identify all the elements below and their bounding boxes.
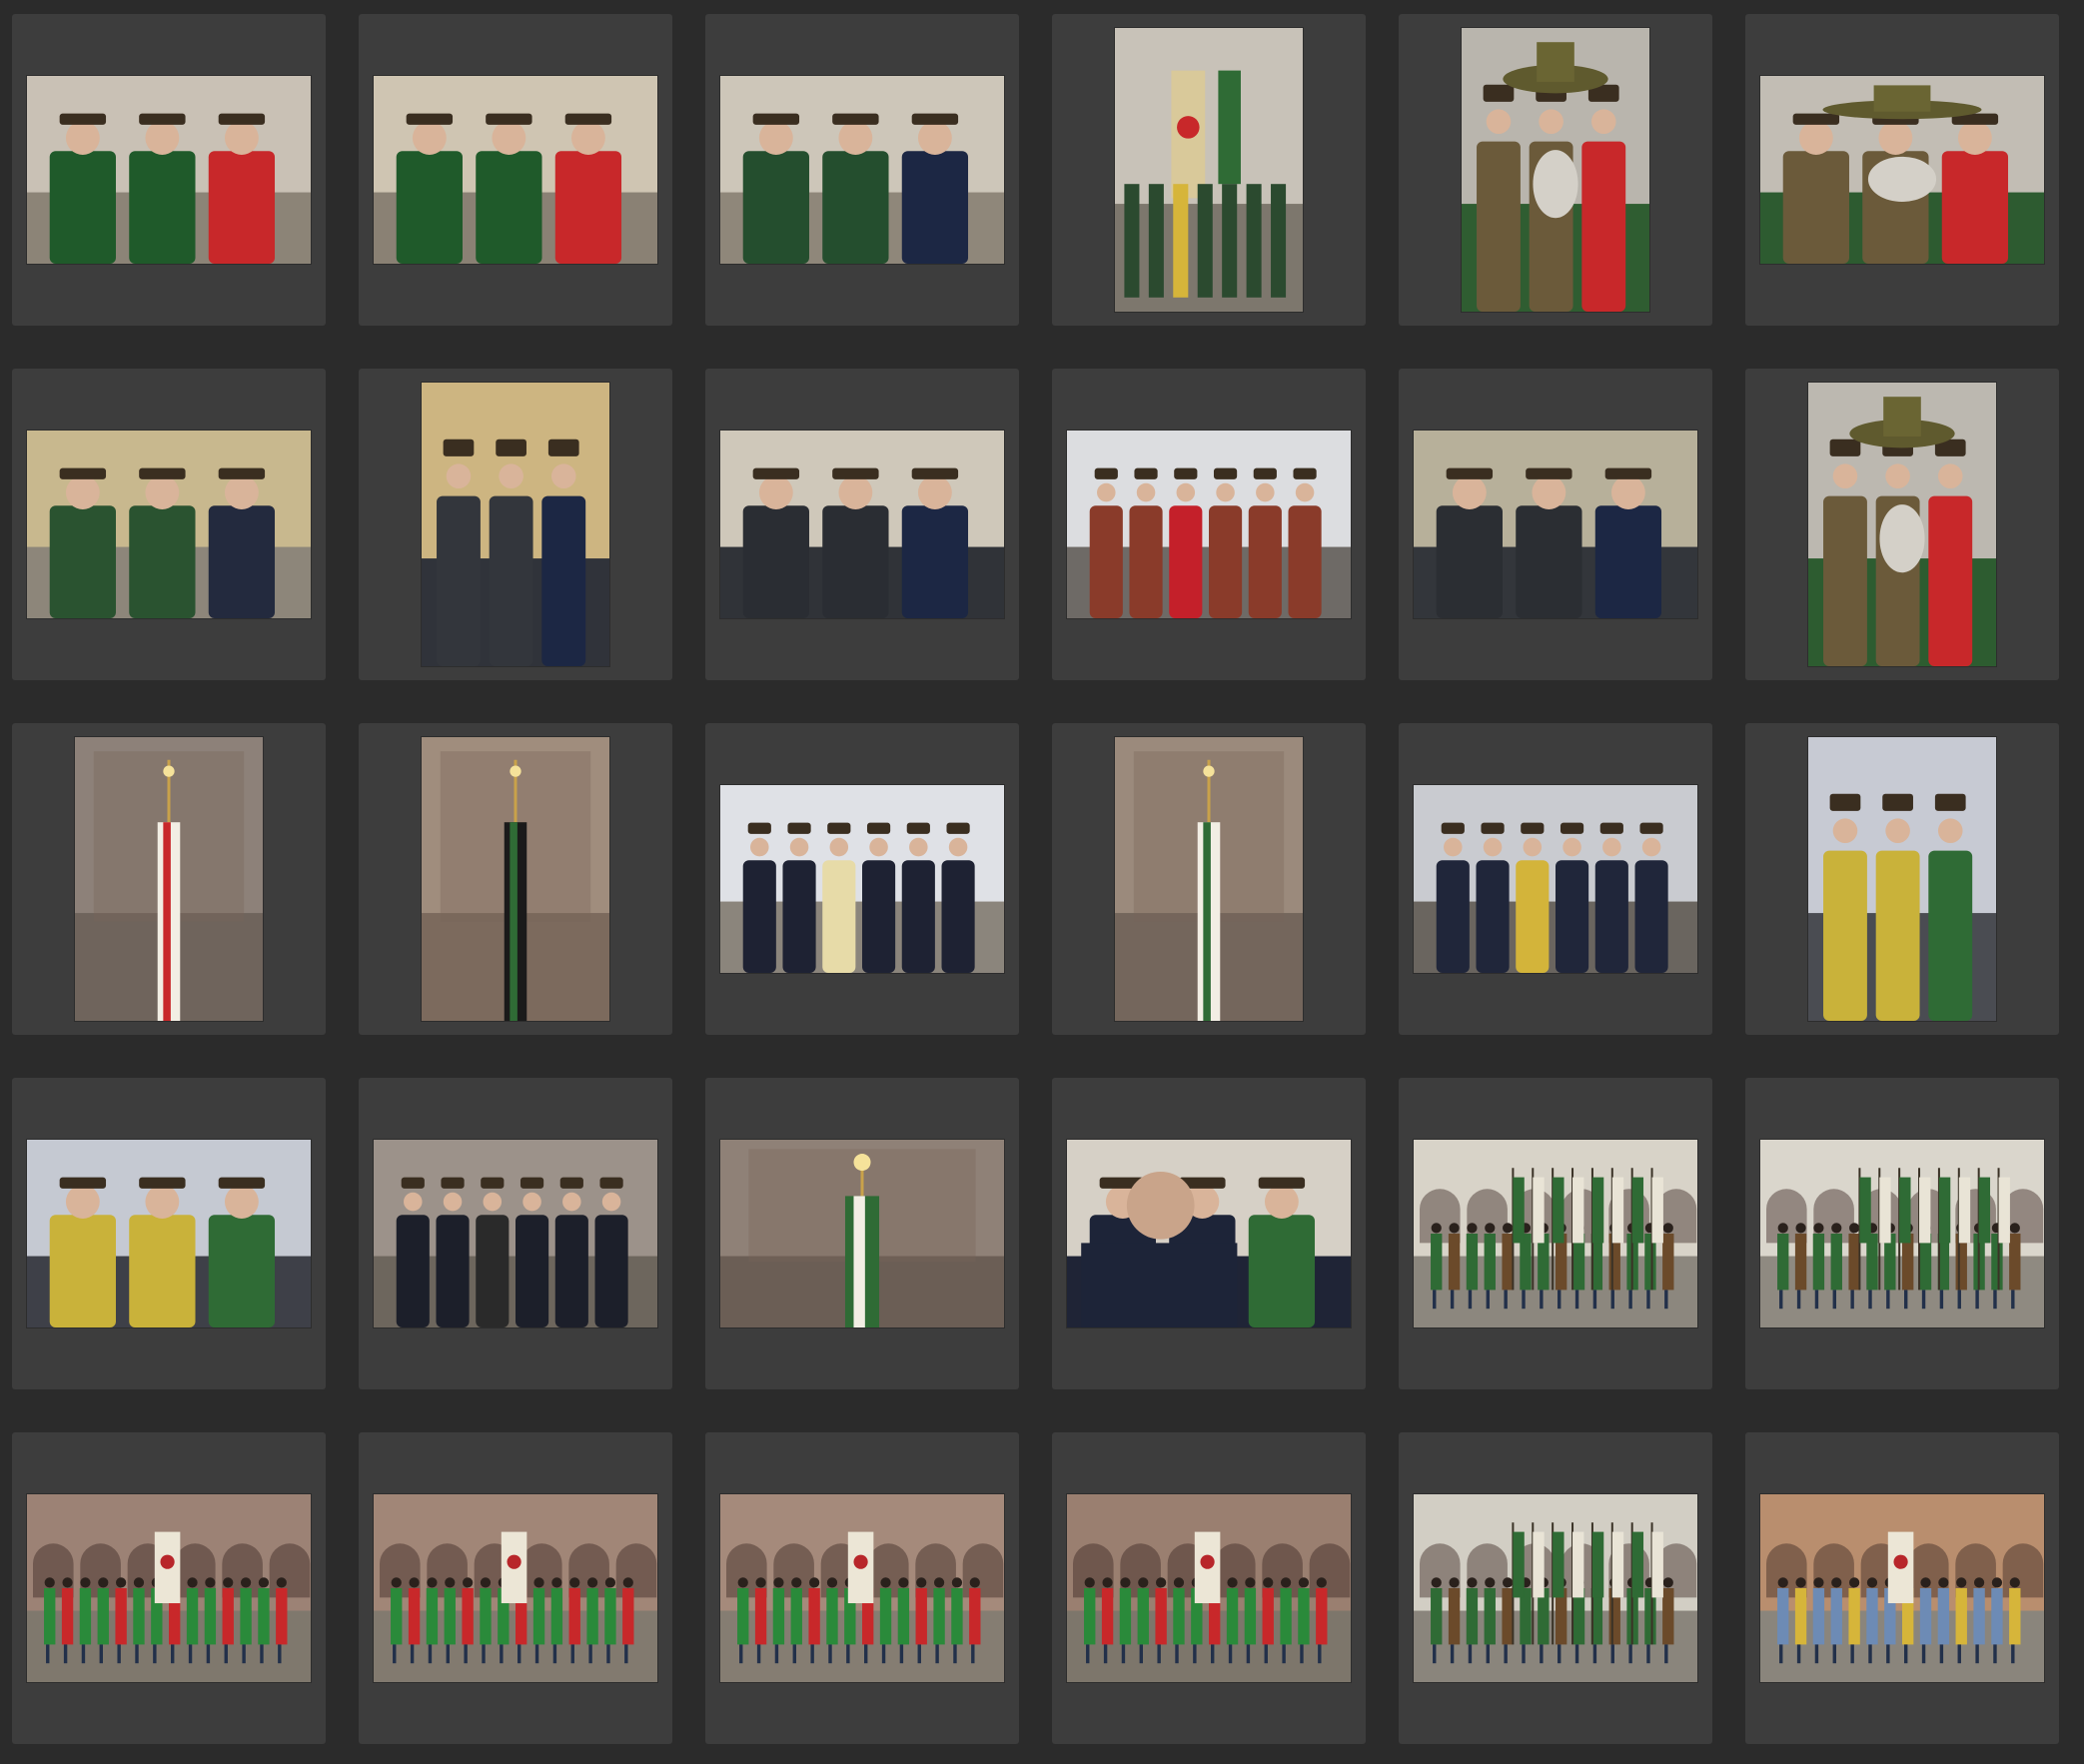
photo-thumbnail[interactable]: [1414, 431, 1697, 618]
photo-cell[interactable]: [705, 1432, 1019, 1744]
photo-cell[interactable]: [12, 1078, 326, 1389]
photo-thumbnail[interactable]: [1414, 785, 1697, 973]
photo-cell[interactable]: [705, 369, 1019, 680]
photo-image: [27, 76, 311, 264]
photo-cell[interactable]: [1399, 369, 1712, 680]
photo-cell[interactable]: [359, 14, 672, 326]
photo-cell[interactable]: [1745, 723, 2059, 1035]
photo-cell[interactable]: [12, 369, 326, 680]
photo-cell[interactable]: [12, 723, 326, 1035]
photo-image: [1808, 737, 1996, 1021]
photo-cell[interactable]: [1399, 1078, 1712, 1389]
photo-thumbnail[interactable]: [27, 76, 311, 264]
photo-thumbnail[interactable]: [374, 1494, 657, 1682]
photo-thumbnail[interactable]: [1067, 1140, 1351, 1327]
photo-cell[interactable]: [705, 14, 1019, 326]
photo-image: [374, 1494, 657, 1682]
photo-cell[interactable]: [705, 1078, 1019, 1389]
photo-thumbnail[interactable]: [422, 383, 609, 666]
photo-cell[interactable]: [1399, 14, 1712, 326]
photo-cell[interactable]: [1399, 723, 1712, 1035]
photo-cell[interactable]: [1399, 1432, 1712, 1744]
photo-image: [720, 1140, 1004, 1327]
photo-cell[interactable]: [1052, 1078, 1366, 1389]
photo-image: [27, 1140, 311, 1327]
photo-image: [75, 737, 263, 1021]
photo-cell[interactable]: [1052, 14, 1366, 326]
photo-cell[interactable]: [12, 1432, 326, 1744]
photo-thumbnail[interactable]: [1462, 28, 1649, 312]
photo-image: [1760, 76, 2044, 264]
photo-image: [1808, 383, 1996, 666]
photo-image: [720, 76, 1004, 264]
photo-thumbnail[interactable]: [1067, 431, 1351, 618]
photo-thumbnail[interactable]: [374, 1140, 657, 1327]
photo-image: [720, 1494, 1004, 1682]
photo-thumbnail[interactable]: [1414, 1140, 1697, 1327]
photo-cell[interactable]: [1052, 723, 1366, 1035]
photo-thumbnail[interactable]: [27, 1494, 311, 1682]
photo-thumbnail[interactable]: [75, 737, 263, 1021]
photo-cell[interactable]: [1052, 369, 1366, 680]
photo-image: [374, 1140, 657, 1327]
photo-image: [1067, 1494, 1351, 1682]
photo-cell[interactable]: [359, 723, 672, 1035]
photo-image: [1462, 28, 1649, 312]
photo-thumbnail[interactable]: [27, 1140, 311, 1327]
photo-thumbnail[interactable]: [720, 785, 1004, 973]
photo-image: [1414, 431, 1697, 618]
photo-thumbnail[interactable]: [1414, 1494, 1697, 1682]
photo-cell[interactable]: [12, 14, 326, 326]
photo-thumbnail[interactable]: [1760, 1494, 2044, 1682]
photo-image: [1067, 1140, 1351, 1327]
photo-image: [422, 737, 609, 1021]
photo-image: [1760, 1140, 2044, 1327]
photo-thumbnail[interactable]: [720, 1494, 1004, 1682]
photo-cell[interactable]: [359, 369, 672, 680]
photo-image: [27, 431, 311, 618]
photo-cell[interactable]: [1745, 369, 2059, 680]
photo-thumbnail[interactable]: [720, 1140, 1004, 1327]
photo-image: [1115, 737, 1303, 1021]
photo-thumbnail[interactable]: [1808, 383, 1996, 666]
photo-thumbnail[interactable]: [1760, 1140, 2044, 1327]
photo-image: [1414, 1140, 1697, 1327]
photo-thumbnail[interactable]: [720, 76, 1004, 264]
photo-cell[interactable]: [705, 723, 1019, 1035]
photo-thumbnail[interactable]: [720, 431, 1004, 618]
photo-image: [422, 383, 609, 666]
photo-cell[interactable]: [1745, 14, 2059, 326]
photo-image: [1414, 1494, 1697, 1682]
photo-image: [1414, 785, 1697, 973]
photo-cell[interactable]: [1745, 1432, 2059, 1744]
photo-image: [1760, 1494, 2044, 1682]
photo-image: [1115, 28, 1303, 312]
photo-image: [27, 1494, 311, 1682]
photo-thumbnail[interactable]: [1115, 28, 1303, 312]
photo-image: [720, 431, 1004, 618]
photo-cell[interactable]: [1745, 1078, 2059, 1389]
photo-grid: [0, 0, 2084, 1764]
photo-image: [1067, 431, 1351, 618]
photo-thumbnail[interactable]: [27, 431, 311, 618]
photo-thumbnail[interactable]: [374, 76, 657, 264]
photo-thumbnail[interactable]: [1067, 1494, 1351, 1682]
photo-thumbnail[interactable]: [1115, 737, 1303, 1021]
photo-image: [720, 785, 1004, 973]
photo-thumbnail[interactable]: [1808, 737, 1996, 1021]
photo-thumbnail[interactable]: [422, 737, 609, 1021]
photo-image: [374, 76, 657, 264]
photo-cell[interactable]: [359, 1078, 672, 1389]
photo-cell[interactable]: [1052, 1432, 1366, 1744]
photo-thumbnail[interactable]: [1760, 76, 2044, 264]
photo-cell[interactable]: [359, 1432, 672, 1744]
